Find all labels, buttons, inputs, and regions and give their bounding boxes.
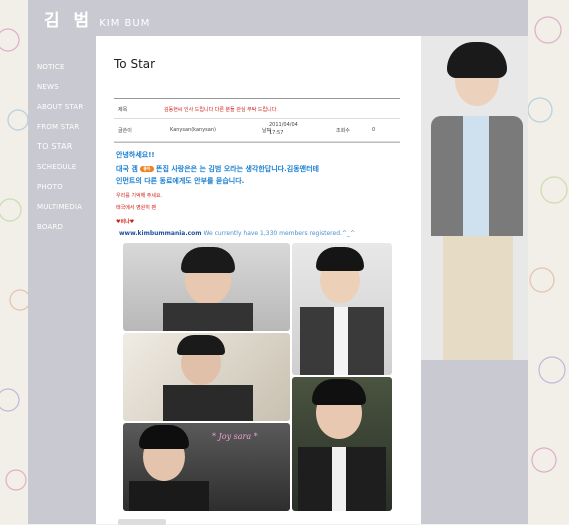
collage-photo-5 [123,423,290,511]
background-pattern-left [0,0,28,524]
shirt-shape [332,447,346,511]
collage-caption: * Joy sara * [212,432,258,441]
shirt-shape [463,116,489,236]
message-line-2b: 뜬집 사랑은은 는 김범 오라는 생각한답니다.김동앤터테 [156,165,319,173]
page-title: To Star [114,57,156,71]
shirt-shape [334,307,348,375]
message-greeting: 안녕하세요!! [116,151,155,159]
right-portrait-photo [421,36,528,360]
views-label: 조회수 [336,128,350,134]
suit-shape [129,481,209,511]
nav-item-board[interactable]: BOARD [37,217,83,237]
hair-shape [181,247,235,273]
nav-item-from-star[interactable]: FROM STAR [37,117,83,137]
nav-item-photo[interactable]: PHOTO [37,177,83,197]
collage-photo-2 [292,243,392,375]
hair-shape [139,425,189,449]
hair-shape [312,379,366,405]
nav-item-schedule[interactable]: SCHEDULE [37,157,83,177]
message-line-5: 태국에서 영원히 팬 [116,205,156,211]
date-value-line1: 2011/04/04 [269,122,298,128]
table-top-rule [114,98,400,99]
trousers-shape [443,236,513,360]
hair-shape [316,247,364,271]
views-value: 0 [372,127,376,133]
collage-photo-4 [292,377,392,511]
nav-item-about-star[interactable]: ABOUT STAR [37,97,83,117]
subject-value: 김동현씨 인사 드립니다 다른 분들 관심 부탁 드립니다 [164,107,277,113]
collage-photo-1 [123,243,290,331]
nav-item-news[interactable]: NEWS [37,77,83,97]
hair-shape [177,335,225,355]
main-nav: NOTICE NEWS ABOUT STAR FROM STAR TO STAR… [37,57,83,237]
right-filler [421,360,528,524]
background-pattern-right [528,0,569,524]
message-line-2a: 대국 겜 [116,165,138,173]
subject-row: 제목 김동현씨 인사 드립니다 다른 분들 관심 부탁 드립니다 [114,100,400,119]
suit-shape [163,385,253,421]
logo-korean: 김 범 [44,11,94,31]
message-line-2: 대국 겜 좋아 뜬집 사랑은은 는 김범 오라는 생각한답니다.김동앤터테 [116,164,319,174]
nav-item-to-star[interactable]: TO STAR [37,137,83,157]
message-badge: 좋아 [140,166,154,172]
bottom-button[interactable] [118,519,166,525]
author-value: Kanysan(kanysan) [170,127,216,133]
nav-item-multimedia[interactable]: MULTIMEDIA [37,197,83,217]
author-label: 글쓴이 [118,128,132,134]
collage-photo-3 [123,333,290,421]
message-line-4: 우리를 기억해 주세요. [116,193,163,199]
subject-label: 제목 [118,107,128,113]
message-signature: ♥비나♥ [116,219,135,225]
hair-shape [447,42,507,78]
meta-row: 글쓴이 Kanysan(kanysan) 날짜 2011/04/04 17:57… [114,119,400,142]
members-text: We currently have 1,330 members register… [203,230,355,237]
date-value-line2: 17:57 [269,130,284,136]
suit-shape [163,303,253,331]
message-line-3: 인먼트의 다른 동료에게도 안부를 묻습니다. [116,177,245,185]
table-bottom-rule [114,142,400,143]
site-link-line: www.kimbummania.com We currently have 1,… [119,230,355,237]
nav-item-notice[interactable]: NOTICE [37,57,83,77]
post-info-table: 제목 김동현씨 인사 드립니다 다른 분들 관심 부탁 드립니다 글쓴이 Kan… [114,100,400,142]
logo-english: KIM BUM [99,18,151,29]
site-logo[interactable]: 김 범 KIM BUM [44,6,150,31]
site-url-link[interactable]: www.kimbummania.com [119,230,202,237]
